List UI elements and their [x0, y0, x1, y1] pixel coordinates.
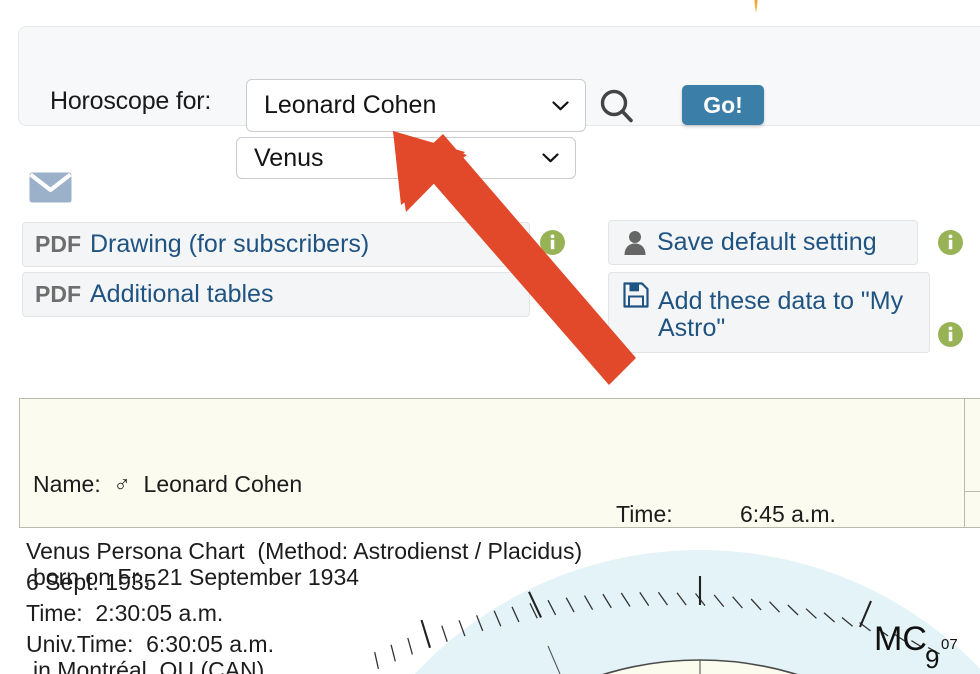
horoscope-for-label: Horoscope for: [50, 87, 212, 115]
persona-chart-date: 6 Sept. 1935 [26, 569, 157, 595]
save-default-label: Save default setting [657, 228, 877, 256]
page-root: Horoscope for: Leonard Cohen Venus Go! P… [0, 0, 980, 674]
natal-name-line: Name: ♂ Leonard Cohen [33, 471, 303, 497]
object-select-value: Venus [254, 143, 324, 172]
persona-chart-time: Time: 2:30:05 a.m. [26, 600, 224, 626]
persona-chart-univ-time: Univ.Time: 6:30:05 a.m. [26, 631, 274, 657]
add-to-my-astro-button[interactable]: Add these data to "My Astro" [608, 272, 930, 353]
chevron-down-icon [542, 153, 559, 163]
pdf-tables-link[interactable]: PDF Additional tables [22, 272, 530, 317]
data-box-divider [964, 398, 965, 528]
person-select-value: Leonard Cohen [264, 91, 437, 119]
info-icon[interactable] [540, 277, 565, 302]
person-icon [623, 230, 647, 255]
pdf-drawing-label: Drawing (for subscribers) [90, 230, 370, 258]
floppy-disk-icon [623, 282, 649, 308]
info-icon[interactable] [938, 322, 963, 347]
pdf-tag-label: PDF [35, 281, 81, 307]
mc-minutes-value: 07 [941, 636, 958, 653]
orange-marker-icon [754, 0, 758, 14]
data-box-divider [964, 491, 980, 492]
chevron-down-icon [552, 100, 569, 111]
envelope-icon[interactable] [29, 172, 72, 203]
my-astro-label: Add these data to "My Astro" [658, 287, 904, 342]
pdf-drawing-link[interactable]: PDF Drawing (for subscribers) [22, 222, 530, 267]
horoscope-search-panel: Horoscope for: Leonard Cohen Venus Go! [18, 26, 980, 179]
persona-chart-info: Venus Persona Chart (Method: Astrodienst… [26, 536, 582, 660]
go-button[interactable]: Go! [682, 85, 764, 125]
mc-degree-value: 9 [925, 644, 940, 674]
mc-label: MC [874, 620, 927, 658]
persona-chart-title: Venus Persona Chart (Method: Astrodienst… [26, 538, 583, 564]
info-icon[interactable] [938, 230, 963, 255]
object-select[interactable]: Venus [236, 137, 576, 179]
search-icon[interactable] [597, 87, 637, 127]
info-icon[interactable] [540, 230, 565, 255]
pdf-tables-label: Additional tables [90, 280, 274, 308]
natal-data-box: Name: ♂ Leonard Cohen born on Fr., 21 Se… [19, 398, 980, 674]
pdf-tag-label: PDF [35, 231, 81, 257]
save-default-setting-button[interactable]: Save default setting [608, 220, 918, 265]
person-select[interactable]: Leonard Cohen [246, 79, 586, 132]
